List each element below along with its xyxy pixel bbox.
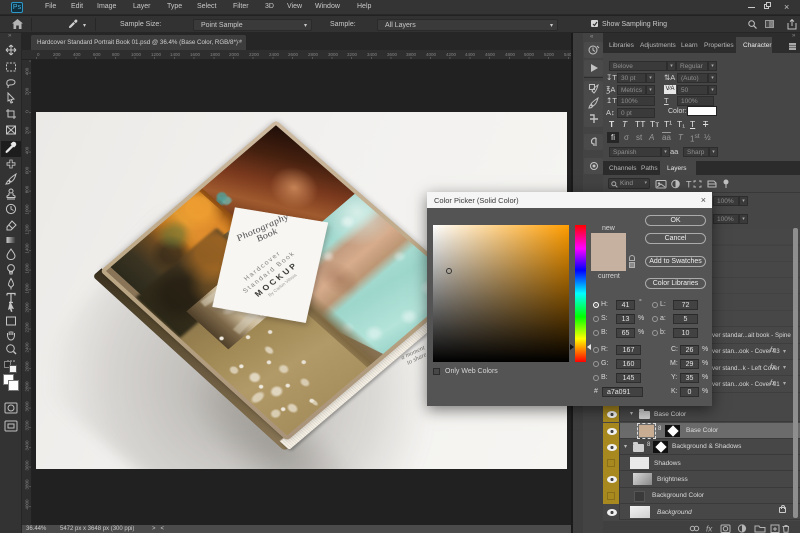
- svg-text:T: T: [686, 180, 692, 190]
- svg-text:fx: fx: [706, 524, 713, 533]
